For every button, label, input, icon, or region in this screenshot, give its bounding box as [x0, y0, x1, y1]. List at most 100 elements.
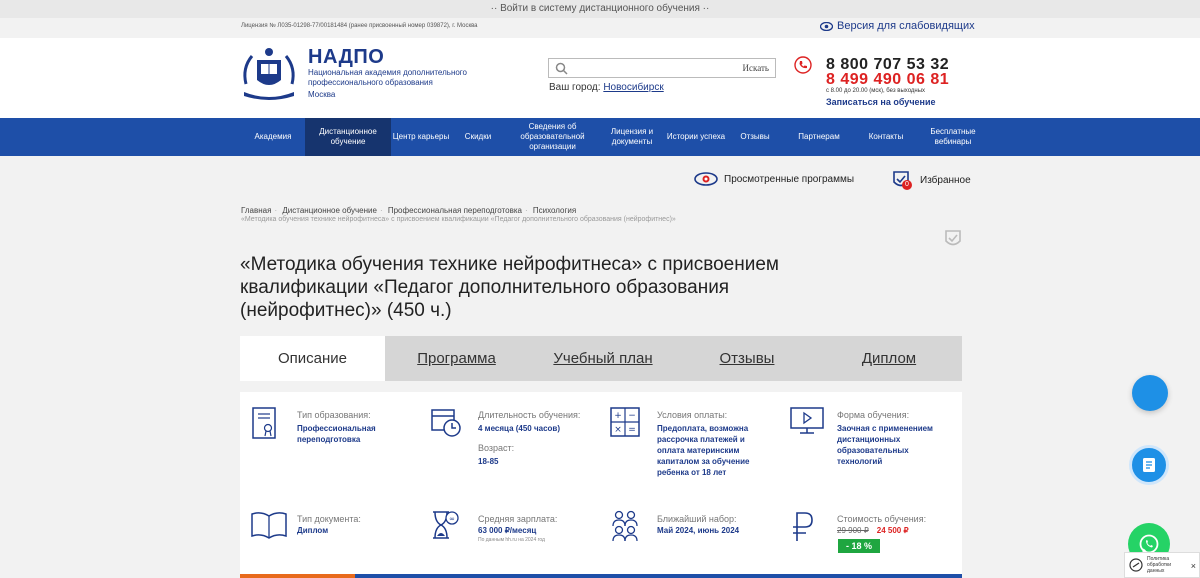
breadcrumb: Главная · Дистанционное обучение · Професс… — [241, 206, 577, 215]
tab-program[interactable]: Программа — [385, 336, 528, 381]
academy-emblem-icon[interactable] — [240, 46, 298, 100]
doc-value: Диплом — [297, 526, 329, 535]
payment-value: Предоплата, возможна рассрочка платежей … — [657, 424, 750, 477]
nav-item-webinars[interactable]: Бесплатные вебинары — [916, 118, 990, 156]
nav-item-success-stories[interactable]: Истории успеха — [664, 118, 728, 156]
price-new: 24 500 ₽ — [876, 526, 909, 535]
nav-item-partners[interactable]: Партнерам — [782, 118, 856, 156]
open-book-icon — [251, 512, 287, 539]
detail-price: Стоимость обучения: 29 900 ₽ 24 500 ₽ - 1… — [790, 510, 960, 570]
breadcrumb-distance[interactable]: Дистанционное обучение — [282, 206, 377, 215]
eye-icon — [820, 21, 833, 31]
price-values: 29 900 ₽ 24 500 ₽ — [837, 525, 909, 536]
calendar-clock-icon — [431, 409, 461, 437]
group-people-icon — [612, 510, 638, 542]
salary-label: Средняя зарплата: — [478, 514, 558, 524]
document-icon — [1143, 458, 1155, 472]
bottom-accent-strip — [240, 574, 962, 578]
city-link[interactable]: Новосибирск — [603, 82, 663, 93]
user-tools: Просмотренные программы 0 Избранное — [0, 170, 1200, 190]
close-icon[interactable]: × — [1191, 561, 1196, 571]
detail-salary: ∞ Средняя зарплата: 63 000 ₽/месяц По да… — [430, 510, 600, 570]
nav-item-contacts[interactable]: Контакты — [856, 118, 916, 156]
logo-city: Москва — [308, 90, 336, 99]
tab-diploma[interactable]: Диплом — [816, 336, 962, 381]
nav-item-discounts[interactable]: Скидки — [451, 118, 505, 156]
cookie-text[interactable]: Политика обработки данных — [1147, 556, 1187, 574]
logo-subtitle: Национальная академия дополнительного пр… — [308, 68, 467, 87]
duration-value: 4 месяца (450 часов) — [478, 424, 560, 433]
detail-form: Форма обучения: Заочная с применением ди… — [790, 406, 960, 486]
detail-duration: Длительность обучения: 4 месяца (450 час… — [430, 406, 600, 486]
breadcrumb-current: «Методика обучения технике нейрофитнеса»… — [241, 216, 676, 223]
search-box[interactable]: Искать — [548, 58, 776, 78]
favorites-link[interactable]: 0 Избранное — [892, 170, 971, 190]
breadcrumb-retraining[interactable]: Профессиональная переподготовка — [388, 206, 522, 215]
city-label: Ваш город: — [549, 82, 601, 93]
header: НАДПО Национальная академия дополнительн… — [0, 38, 1200, 118]
nav-item-distance-learning[interactable]: Дистанционное обучение — [305, 118, 391, 156]
detail-edu-type: Тип образования: Профессиональная перепо… — [250, 406, 410, 486]
doc-label: Тип документа: — [297, 514, 361, 524]
nav-item-license[interactable]: Лицензия и документы — [600, 118, 664, 156]
favorites-count-badge: 0 — [902, 180, 912, 190]
accessibility-link[interactable]: Версия для слабовидящих — [820, 20, 975, 32]
dl-login-bar[interactable]: ·· Войти в систему дистанционного обучен… — [0, 0, 1200, 18]
cookie-notice: Политика обработки данных × — [1124, 552, 1200, 578]
viewed-programs-link[interactable]: Просмотренные программы — [694, 172, 854, 186]
cookie-shield-icon — [1129, 558, 1143, 572]
nav-item-academy[interactable]: Академия — [241, 118, 305, 156]
callback-fab-button[interactable] — [1132, 375, 1168, 411]
eye-history-icon — [694, 172, 718, 186]
salary-value: 63 000 ₽/месяц — [478, 526, 537, 535]
course-title: «Методика обучения технике нейрофитнеса»… — [240, 254, 779, 321]
form-value: Заочная с применением дистанционных обра… — [837, 424, 933, 466]
form-label: Форма обучения: — [837, 410, 910, 420]
nav-item-career-center[interactable]: Центр карьеры — [391, 118, 451, 156]
signup-link[interactable]: Записаться на обучение — [826, 97, 936, 107]
salary-source: По данным hh.ru на 2024 год — [478, 537, 545, 543]
svg-text:∞: ∞ — [449, 515, 455, 523]
hourglass-icon: ∞ — [433, 511, 459, 539]
duration-label: Длительность обучения: — [478, 410, 581, 420]
bottom-accent-orange — [240, 574, 355, 578]
edu-type-label: Тип образования: — [297, 410, 371, 420]
svg-text:×: × — [614, 425, 622, 435]
add-to-favorites-icon[interactable] — [944, 229, 962, 249]
payment-label: Условия оплаты: — [657, 410, 728, 420]
breadcrumb-home[interactable]: Главная — [241, 206, 271, 215]
favorites-label: Избранное — [920, 174, 971, 186]
svg-text:=: = — [628, 425, 636, 435]
nav-item-org-info[interactable]: Сведения об образовательной организации — [505, 118, 600, 156]
phone-number-2[interactable]: 8 499 490 06 81 — [826, 71, 949, 89]
course-details: Тип образования: Профессиональная перепо… — [240, 392, 962, 578]
detail-intake: Ближайший набор: Май 2024, июнь 2024 — [610, 510, 780, 570]
phone-icon — [794, 56, 812, 74]
age-value: 18-85 — [478, 457, 499, 466]
certificate-icon — [252, 407, 276, 439]
viewed-programs-label: Просмотренные программы — [724, 173, 855, 185]
nav-item-reviews[interactable]: Отзывы — [728, 118, 782, 156]
license-text: Лицензия № Л035-01298-77/00181484 (ранее… — [241, 23, 478, 29]
tab-description[interactable]: Описание — [240, 336, 385, 381]
calculator-icon: + −× = — [610, 407, 640, 437]
edu-type-value: Профессиональная переподготовка — [297, 424, 376, 444]
city-selector: Ваш город: Новосибирск — [549, 82, 664, 93]
accessibility-label: Версия для слабовидящих — [837, 20, 975, 32]
price-old: 29 900 ₽ — [837, 526, 869, 535]
price-label: Стоимость обучения: — [837, 514, 927, 524]
svg-text:+: + — [614, 411, 622, 421]
tab-reviews[interactable]: Отзывы — [678, 336, 816, 381]
discount-badge: - 18 % — [838, 539, 881, 553]
search-icon — [555, 62, 568, 75]
ruble-icon — [793, 512, 813, 541]
intake-label: Ближайший набор: — [657, 514, 737, 524]
logo-title[interactable]: НАДПО — [308, 46, 384, 69]
tab-curriculum[interactable]: Учебный план — [528, 336, 678, 381]
working-hours: с 8.00 до 20.00 (мск), без выходных — [826, 88, 926, 94]
document-fab-button[interactable] — [1129, 445, 1169, 485]
main-nav: Академия Дистанционное обучение Центр ка… — [0, 118, 1200, 156]
search-button[interactable]: Искать — [742, 63, 769, 73]
detail-payment: + − × = Условия оплаты: Предоплата, возможн… — [610, 406, 780, 486]
breadcrumb-psychology[interactable]: Психология — [533, 206, 576, 215]
